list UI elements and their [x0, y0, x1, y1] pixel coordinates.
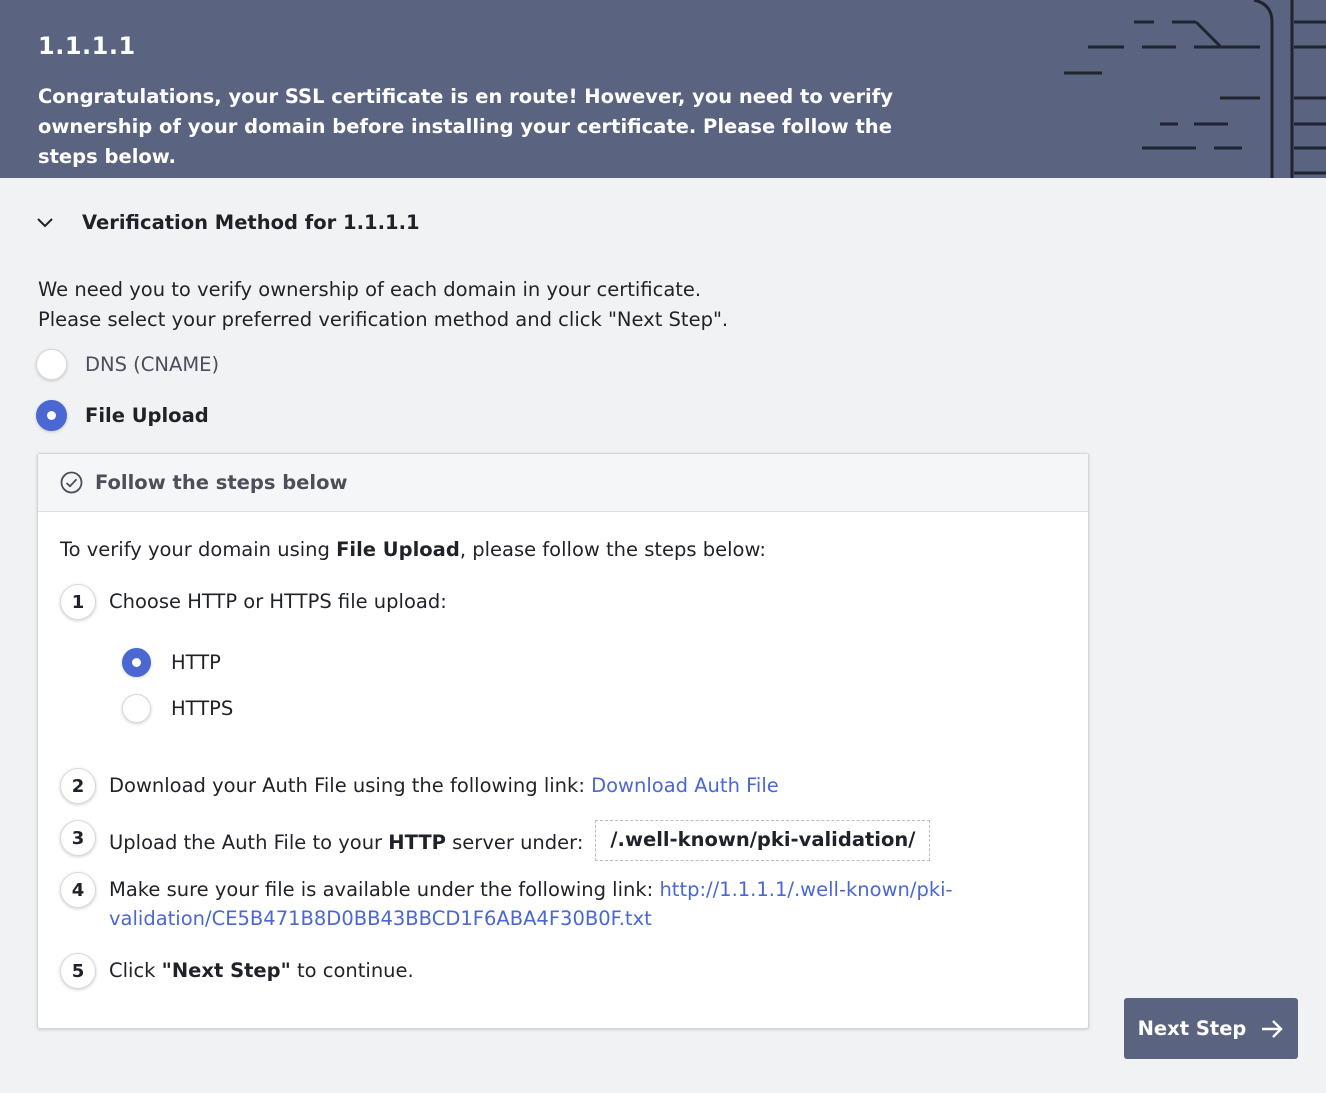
page-title: 1.1.1.1	[38, 32, 136, 60]
step-3: 3 Upload the Auth File to your HTTP serv…	[60, 820, 931, 864]
step-3-prefix: Upload the Auth File to your	[109, 831, 389, 854]
https-radio[interactable]	[122, 693, 151, 723]
method-dns-option[interactable]: DNS (CNAME)	[36, 348, 219, 380]
panel-lead-text: To verify your domain using File Upload,…	[60, 538, 766, 561]
lead-prefix: To verify your domain using	[60, 538, 337, 561]
validation-url-link[interactable]: http://1.1.1.1/.well-known/pki-	[659, 878, 952, 901]
step-3-suffix: server under:	[445, 831, 584, 854]
https-label: HTTPS	[171, 696, 234, 720]
step-2-label: Download your Auth File using the follow…	[109, 774, 592, 797]
header-banner: 1.1.1.1 Congratulations, your SSL certif…	[0, 0, 1326, 178]
step-text: Download your Auth File using the follow…	[109, 768, 779, 800]
step-1: 1 Choose HTTP or HTTPS file upload:	[60, 584, 447, 620]
http-label: HTTP	[171, 650, 221, 674]
banner-message: Congratulations, your SSL certificate is…	[38, 85, 893, 168]
step-4-label: Make sure your file is available under t…	[109, 878, 660, 901]
protocol-https-option[interactable]: HTTPS	[122, 693, 233, 723]
download-auth-file-link[interactable]: Download Auth File	[591, 774, 779, 797]
validation-url-link-cont[interactable]: validation/CE5B471B8D0BB43BBCD1F6ABA4F30…	[109, 907, 652, 930]
http-radio[interactable]	[122, 647, 151, 677]
verification-method-toggle[interactable]: Verification Method for 1.1.1.1	[34, 206, 420, 238]
step-number: 2	[60, 768, 96, 804]
intro-line-1: We need you to verify ownership of each …	[38, 278, 702, 301]
intro-text: We need you to verify ownership of each …	[38, 275, 728, 335]
next-step-label: Next Step	[1137, 1017, 1247, 1040]
steps-panel: Follow the steps below To verify your do…	[37, 453, 1089, 1029]
step-text: Upload the Auth File to your HTTP server…	[109, 820, 931, 864]
protocol-http-option[interactable]: HTTP	[122, 647, 221, 677]
file-upload-radio[interactable]	[36, 399, 67, 431]
method-file-upload-option[interactable]: File Upload	[36, 399, 209, 431]
file-upload-label: File Upload	[85, 403, 209, 427]
section-title: Verification Method for 1.1.1.1	[82, 210, 420, 234]
step-number: 4	[60, 872, 96, 908]
next-step-button[interactable]: Next Step	[1124, 998, 1298, 1059]
step-5-bold: "Next Step"	[161, 959, 291, 982]
step-5-suffix: to continue.	[290, 959, 414, 982]
step-2: 2 Download your Auth File using the foll…	[60, 768, 779, 804]
step-text: Choose HTTP or HTTPS file upload:	[109, 590, 447, 613]
arrow-right-icon	[1262, 1019, 1284, 1038]
step-5-prefix: Click	[109, 959, 162, 982]
panel-header: Follow the steps below	[38, 454, 1088, 512]
step-text: Click "Next Step" to continue.	[109, 953, 414, 985]
step-4: 4 Make sure your file is available under…	[60, 872, 953, 933]
panel-header-label: Follow the steps below	[95, 471, 348, 494]
step-3-protocol: HTTP	[388, 831, 446, 854]
lead-method: File Upload	[336, 538, 460, 561]
step-number: 1	[60, 584, 96, 620]
circuit-decoration-icon	[1064, 0, 1326, 178]
step-number: 3	[60, 820, 96, 856]
validation-path[interactable]: /.well-known/pki-validation/	[595, 820, 931, 861]
step-5: 5 Click "Next Step" to continue.	[60, 953, 414, 989]
step-number: 5	[60, 953, 96, 989]
intro-line-2: Please select your preferred verificatio…	[38, 308, 729, 331]
lead-suffix: , please follow the steps below:	[459, 538, 766, 561]
dns-label: DNS (CNAME)	[85, 352, 220, 376]
chevron-down-icon	[37, 218, 53, 228]
dns-radio[interactable]	[36, 348, 67, 380]
check-circle-icon	[60, 471, 83, 494]
step-text: Make sure your file is available under t…	[109, 872, 953, 933]
